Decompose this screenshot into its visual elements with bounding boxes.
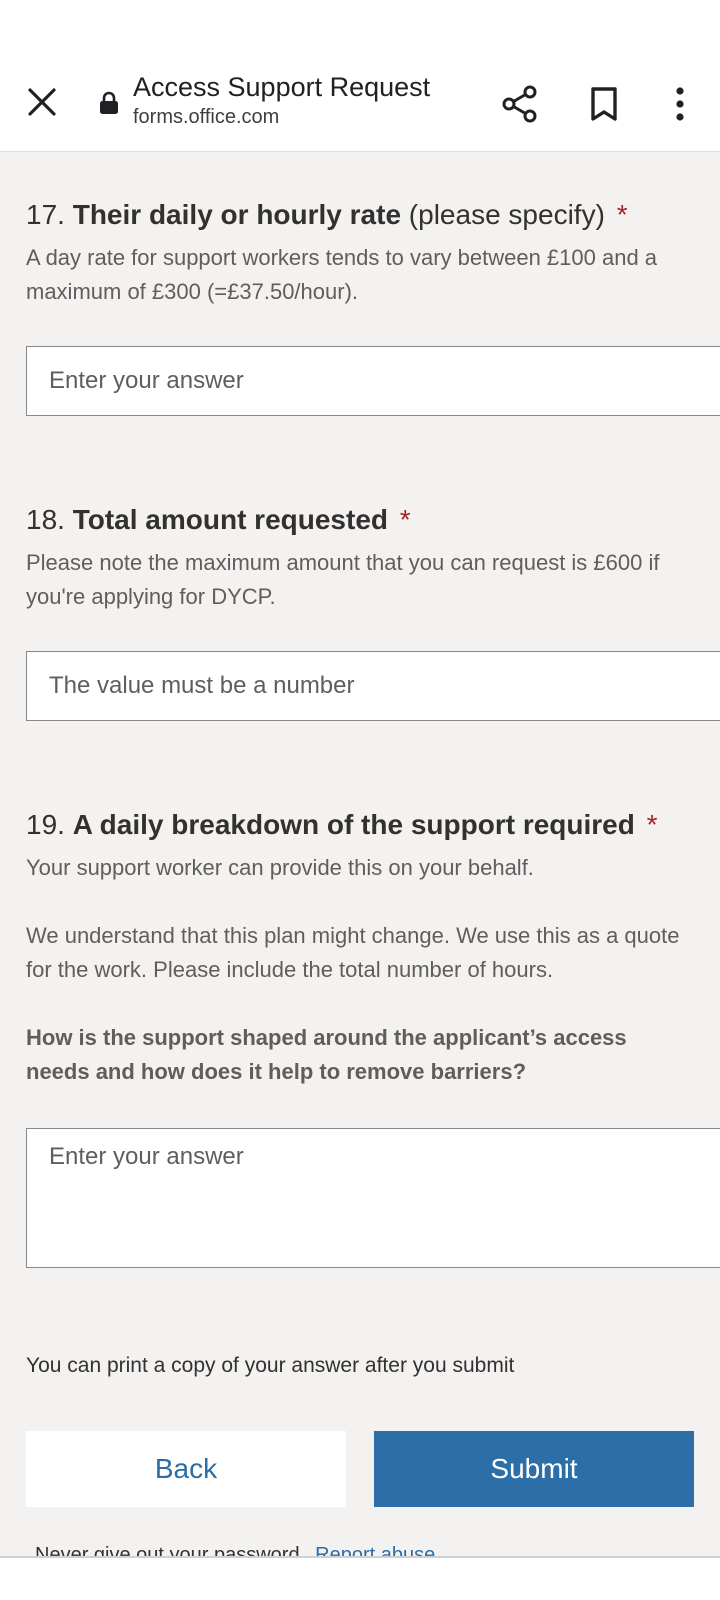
required-mark: * [646, 809, 658, 840]
bottom-bar [0, 1556, 720, 1600]
question-18-title: 18. Total amount requested * [26, 502, 696, 538]
question-number: 19. [26, 809, 65, 840]
input-placeholder: Enter your answer [49, 367, 244, 394]
question-heading-suffix: (please specify) [401, 199, 605, 230]
address-block[interactable]: Access Support Request forms.office.com [133, 70, 430, 130]
question-number: 18. [26, 504, 65, 535]
question-17-title: 17. Their daily or hourly rate (please s… [26, 197, 696, 233]
question-description: A day rate for support workers tends to … [26, 245, 658, 304]
question-17: 17. Their daily or hourly rate (please s… [26, 197, 696, 309]
required-mark: * [616, 199, 628, 230]
required-mark: * [399, 504, 411, 535]
breakdown-answer-textarea[interactable]: Enter your answer [26, 1128, 720, 1268]
status-bar [0, 0, 720, 48]
close-icon[interactable] [18, 78, 66, 126]
question-description: Please note the maximum amount that you … [26, 550, 660, 609]
page-title: Access Support Request [133, 72, 431, 102]
bookmark-icon[interactable] [580, 80, 628, 128]
question-heading: Their daily or hourly rate [72, 199, 402, 230]
question-19-title: 19. A daily breakdown of the support req… [26, 807, 696, 843]
rate-answer-input[interactable]: Enter your answer [26, 346, 720, 416]
share-icon[interactable] [496, 80, 544, 128]
more-vert-icon[interactable] [656, 80, 704, 128]
question-heading: Total amount requested [72, 504, 389, 535]
question-19: 19. A daily breakdown of the support req… [26, 807, 696, 1089]
question-heading: A daily breakdown of the support require… [72, 809, 635, 840]
browser-toolbar: Access Support Request forms.office.com [0, 48, 720, 152]
page-url: forms.office.com [133, 106, 280, 128]
submit-button[interactable]: Submit [374, 1431, 694, 1507]
amount-answer-input[interactable]: The value must be a number [26, 651, 720, 721]
lock-icon [96, 89, 122, 117]
question-description-bold: How is the support shaped around the app… [26, 1025, 627, 1084]
question-18: 18. Total amount requested * Please note… [26, 502, 696, 614]
print-note: You can print a copy of your answer afte… [26, 1354, 515, 1377]
question-description-2: We understand that this plan might chang… [26, 923, 680, 982]
input-placeholder: The value must be a number [49, 672, 355, 699]
back-button[interactable]: Back [26, 1431, 346, 1507]
question-description: Your support worker can provide this on … [26, 855, 534, 880]
input-placeholder: Enter your answer [49, 1143, 244, 1170]
question-number: 17. [26, 199, 65, 230]
